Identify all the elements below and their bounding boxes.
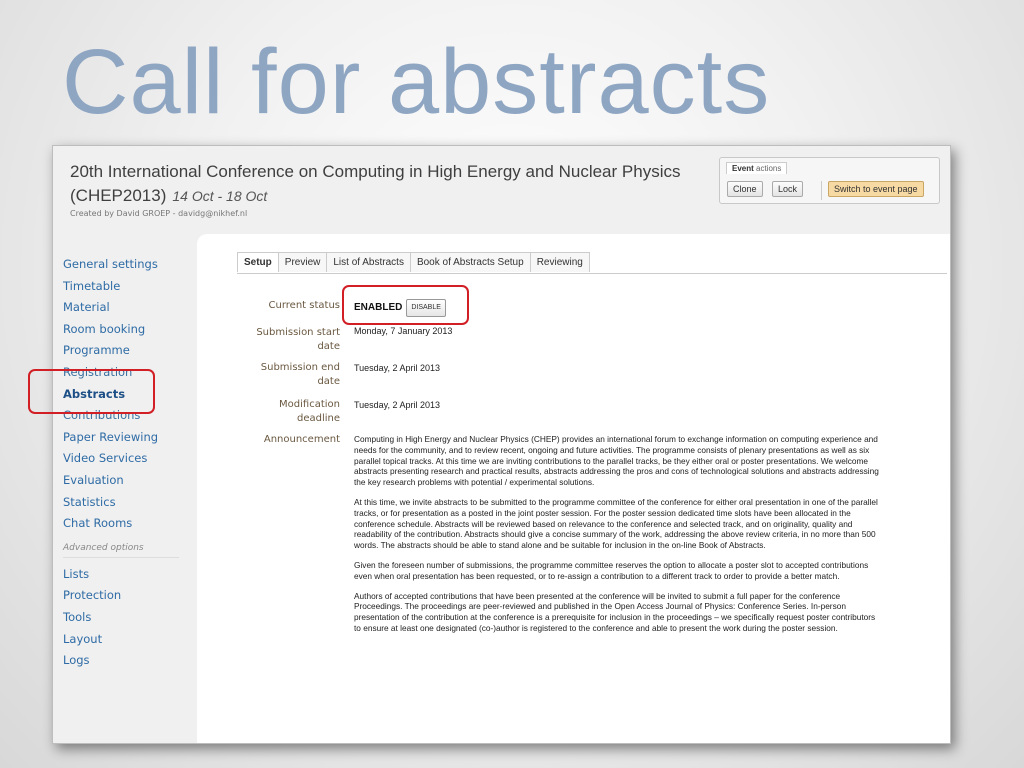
- tab-setup[interactable]: Setup: [237, 252, 279, 272]
- switch-to-event-page-button[interactable]: Switch to event page: [828, 181, 924, 197]
- sidebar-item-logs[interactable]: Logs: [63, 650, 193, 672]
- announcement-paragraph: Authors of accepted contributions that h…: [354, 590, 876, 633]
- announcement-paragraph: At this time, we invite abstracts to be …: [354, 496, 878, 551]
- sidebar-item-video-services[interactable]: Video Services: [63, 448, 193, 470]
- announcement-paragraph: Computing in High Energy and Nuclear Phy…: [354, 434, 879, 488]
- sidebar-item-tools[interactable]: Tools: [63, 607, 193, 629]
- event-actions-tab-bold: Event: [732, 164, 754, 173]
- sidebar-item-lists[interactable]: Lists: [63, 564, 193, 586]
- actions-separator: [821, 181, 822, 200]
- tab-book-of-abstracts-setup[interactable]: Book of Abstracts Setup: [409, 252, 531, 272]
- sidebar-item-evaluation[interactable]: Evaluation: [63, 470, 193, 492]
- submission-end-label: Submission end date: [260, 362, 340, 387]
- sidebar-item-room-booking[interactable]: Room booking: [63, 319, 193, 341]
- created-by: Created by David GROEP - davidg@nikhef.n…: [70, 209, 248, 218]
- sidebar-item-material[interactable]: Material: [63, 297, 193, 319]
- conference-dates: 14 Oct - 18 Oct: [172, 188, 268, 204]
- sidebar-item-statistics[interactable]: Statistics: [63, 492, 193, 514]
- slide-title: Call for abstracts: [62, 31, 771, 133]
- tab-underline: [237, 273, 947, 274]
- tab-reviewing[interactable]: Reviewing: [529, 252, 590, 272]
- event-actions-tab-rest: actions: [753, 164, 782, 173]
- sidebar-item-chat-rooms[interactable]: Chat Rooms: [63, 513, 193, 535]
- disable-button[interactable]: DISABLE: [406, 299, 446, 317]
- current-status-row: ENABLED DISABLE: [354, 299, 446, 317]
- conference-title-block: 20th International Conference on Computi…: [70, 160, 720, 208]
- modification-deadline-value: Tuesday, 2 April 2013: [354, 400, 441, 410]
- clone-button[interactable]: Clone: [727, 181, 763, 197]
- announcement-label: Announcement: [263, 434, 340, 445]
- sidebar-item-general-settings[interactable]: General settings: [63, 254, 193, 276]
- tab-list-of-abstracts[interactable]: List of Abstracts: [326, 252, 411, 272]
- sidebar-item-protection[interactable]: Protection: [63, 585, 193, 607]
- lock-button[interactable]: Lock: [772, 181, 804, 197]
- sidebar-item-layout[interactable]: Layout: [63, 629, 193, 651]
- advanced-options-label: Advanced options: [63, 535, 179, 558]
- sidebar-item-timetable[interactable]: Timetable: [63, 276, 193, 298]
- sidebar: General settings Timetable Material Room…: [63, 254, 193, 672]
- submission-start-label: Submission start date: [256, 327, 340, 352]
- sidebar-item-abstracts[interactable]: Abstracts: [63, 384, 193, 406]
- conference-title: 20th International Conference on Computi…: [70, 162, 681, 205]
- sidebar-item-registration[interactable]: Registration: [63, 362, 193, 384]
- sidebar-item-paper-reviewing[interactable]: Paper Reviewing: [63, 427, 193, 449]
- modification-deadline-label: Modification deadline: [279, 399, 340, 424]
- current-status-value: ENABLED: [354, 302, 403, 313]
- indico-screenshot: 20th International Conference on Computi…: [52, 145, 951, 744]
- sidebar-item-programme[interactable]: Programme: [63, 340, 193, 362]
- tab-bar: Setup Preview List of Abstracts Book of …: [237, 252, 590, 272]
- submission-end-value: Tuesday, 2 April 2013: [354, 363, 441, 373]
- event-actions-box: Event actions Clone Lock Switch to event…: [719, 157, 940, 204]
- announcement-paragraph: Given the foreseen number of submissions…: [354, 559, 869, 581]
- tab-preview[interactable]: Preview: [277, 252, 328, 272]
- main-content: Setup Preview List of Abstracts Book of …: [197, 234, 950, 743]
- submission-start-value: Monday, 7 January 2013: [354, 326, 453, 336]
- sidebar-item-contributions[interactable]: Contributions: [63, 405, 193, 427]
- current-status-label: Current status: [268, 300, 340, 311]
- announcement-text: Computing in High Energy and Nuclear Phy…: [354, 434, 884, 643]
- event-actions-tab: Event actions: [726, 162, 788, 174]
